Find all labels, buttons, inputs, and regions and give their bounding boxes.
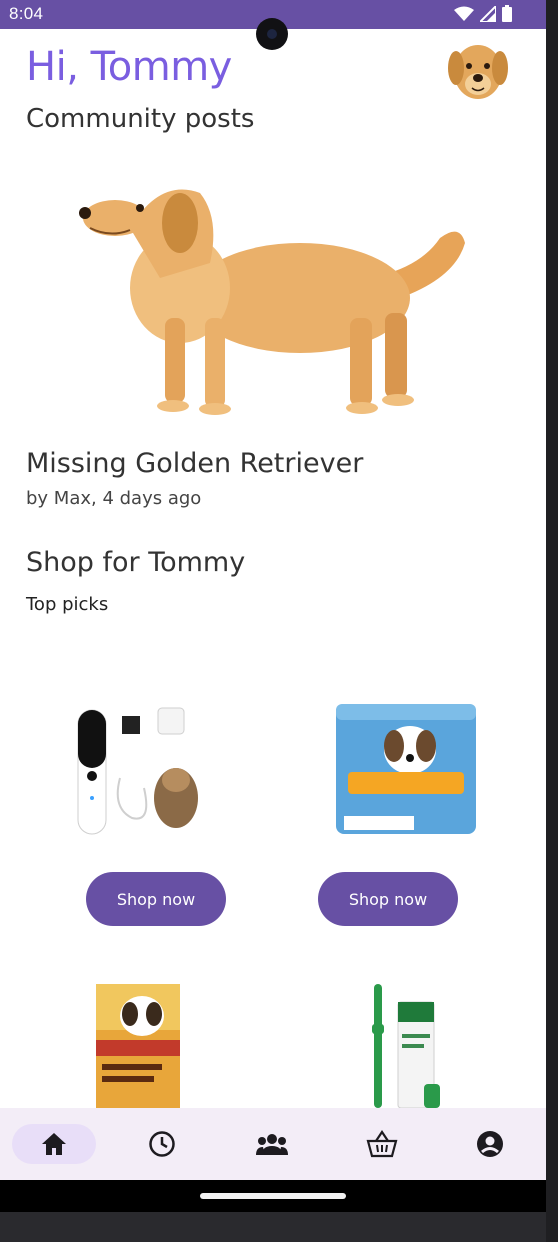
app-screen: 8:04 Hi, Tommy Community posts Missing G… xyxy=(0,0,546,1180)
device-frame: 8:04 Hi, Tommy Community posts Missing G… xyxy=(0,0,558,1242)
front-camera xyxy=(256,18,288,50)
wifi-icon xyxy=(454,6,474,21)
toothpaste-kit-product-image[interactable] xyxy=(364,984,452,1108)
dog-wraps-product-image[interactable] xyxy=(334,700,478,836)
shop-heading: Shop for Tommy xyxy=(26,547,246,578)
post-title[interactable]: Missing Golden Retriever xyxy=(26,448,363,479)
greeting-title: Hi, Tommy xyxy=(26,44,232,90)
account-icon xyxy=(477,1131,503,1157)
nail-grinder-product-image[interactable] xyxy=(72,698,204,840)
shop-now-button-2[interactable]: Shop now xyxy=(318,872,458,926)
home-icon xyxy=(42,1133,66,1155)
signal-icon xyxy=(480,5,496,22)
status-icons xyxy=(454,5,512,22)
dog-avatar-icon[interactable] xyxy=(444,38,512,106)
shop-now-button-1[interactable]: Shop now xyxy=(86,872,226,926)
status-time: 8:04 xyxy=(9,4,44,23)
home-gesture-handle[interactable] xyxy=(200,1193,346,1199)
bottom-navigation xyxy=(0,1108,546,1180)
nav-shop[interactable] xyxy=(340,1124,424,1164)
nav-community[interactable] xyxy=(230,1124,314,1164)
nav-profile[interactable] xyxy=(448,1124,532,1164)
golden-retriever-image[interactable] xyxy=(70,168,480,418)
community-posts-heading: Community posts xyxy=(26,104,255,134)
nav-history[interactable] xyxy=(120,1124,204,1164)
flea-treatment-product-image[interactable] xyxy=(96,984,180,1108)
nav-home[interactable] xyxy=(12,1124,96,1164)
battery-icon xyxy=(502,5,512,22)
top-picks-label: Top picks xyxy=(26,594,109,615)
post-meta: by Max, 4 days ago xyxy=(26,488,202,509)
community-icon xyxy=(256,1134,288,1155)
clock-icon xyxy=(149,1131,175,1157)
device-side-edge xyxy=(546,0,558,1242)
basket-icon xyxy=(366,1130,398,1158)
